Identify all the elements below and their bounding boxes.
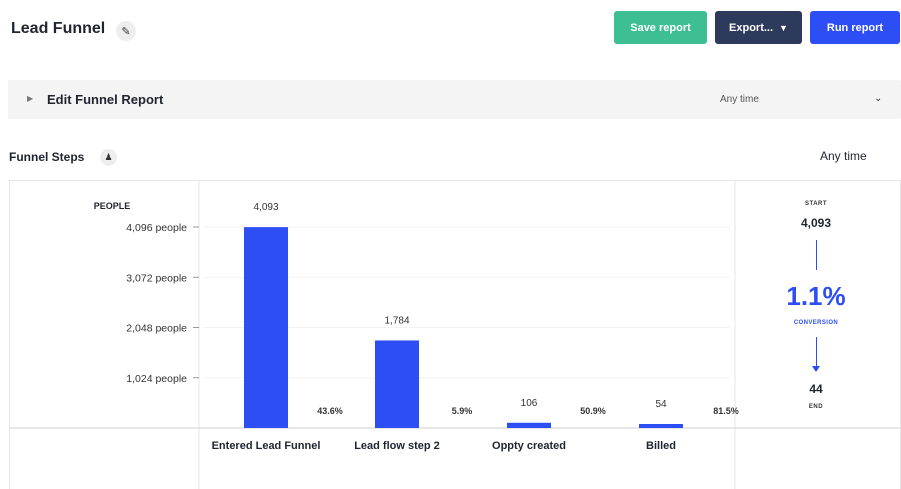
summary-connector-bottom xyxy=(816,337,817,369)
bar-value-label: 106 xyxy=(521,398,538,409)
category-label: Entered Lead Funnel xyxy=(212,440,321,452)
summary-end-value: 44 xyxy=(809,382,823,396)
step-conversion-label: 50.9% xyxy=(580,406,606,416)
summary-start-value: 4,093 xyxy=(800,216,832,230)
summary-conversion-label: CONVERSION xyxy=(793,320,839,326)
step-conversion-label: 43.6% xyxy=(317,406,343,416)
category-label: Oppty created xyxy=(492,440,566,452)
summary-connector-top xyxy=(816,240,817,270)
category-label: Billed xyxy=(646,440,676,452)
step-conversion-label: 81.5% xyxy=(713,406,739,416)
funnel-bar[interactable] xyxy=(375,340,419,428)
y-tick-label: 3,072 people xyxy=(126,272,187,284)
bar-value-label: 1,784 xyxy=(384,315,409,326)
y-tick-label: 4,096 people xyxy=(126,222,187,234)
summary-start-label: START xyxy=(804,201,828,207)
y-tick-label: 1,024 people xyxy=(126,373,187,385)
bar-value-label: 4,093 xyxy=(253,202,278,213)
funnel-bar[interactable] xyxy=(639,424,683,428)
category-label: Lead flow step 2 xyxy=(354,440,440,452)
step-conversion-label: 5.9% xyxy=(452,406,473,416)
summary-conversion-value: 1.1% xyxy=(786,281,846,311)
funnel-bar[interactable] xyxy=(244,227,288,428)
funnel-bar[interactable] xyxy=(507,422,551,428)
arrow-down-icon xyxy=(812,366,820,372)
y-axis-title: PEOPLE xyxy=(94,201,131,211)
summary-end-label: END xyxy=(808,404,824,410)
funnel-bar-chart: PEOPLE 1,024 people 2,048 people 3,072 peo… xyxy=(10,181,900,489)
y-tick-label: 2,048 people xyxy=(126,323,187,335)
bar-value-label: 54 xyxy=(655,399,667,410)
